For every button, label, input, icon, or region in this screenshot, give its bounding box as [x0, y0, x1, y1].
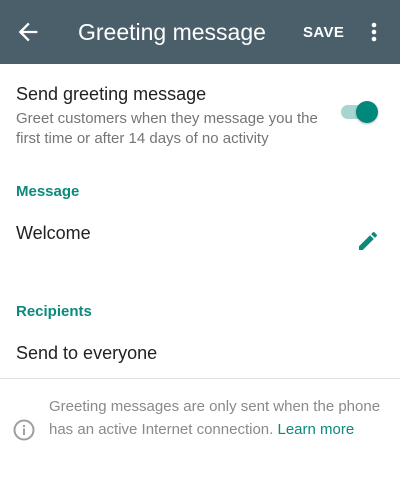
learn-more-link[interactable]: Learn more [277, 421, 354, 438]
recipients-section-header: Recipients [16, 303, 92, 320]
setting-title: Send greeting message [16, 84, 207, 104]
page-title: Greeting message [78, 19, 266, 45]
message-section-header: Message [16, 183, 80, 200]
toggle-thumb [356, 101, 378, 123]
app-bar: Greeting message SAVE [0, 0, 400, 64]
greeting-toggle[interactable] [339, 101, 381, 123]
more-vert-icon[interactable] [364, 18, 384, 46]
footer-note: Greeting messages are only sent when the… [49, 395, 384, 441]
arrow-back-icon[interactable] [14, 18, 42, 46]
save-button[interactable]: SAVE [303, 24, 344, 41]
divider [0, 378, 400, 379]
info-icon [13, 419, 35, 441]
recipients-value[interactable]: Send to everyone [16, 343, 157, 364]
pencil-icon[interactable] [356, 229, 380, 253]
setting-description: Greet customers when they message you th… [16, 110, 318, 147]
greeting-message-text[interactable]: Welcome [16, 223, 91, 244]
send-greeting-setting[interactable]: Send greeting message Greet customers wh… [0, 64, 400, 156]
